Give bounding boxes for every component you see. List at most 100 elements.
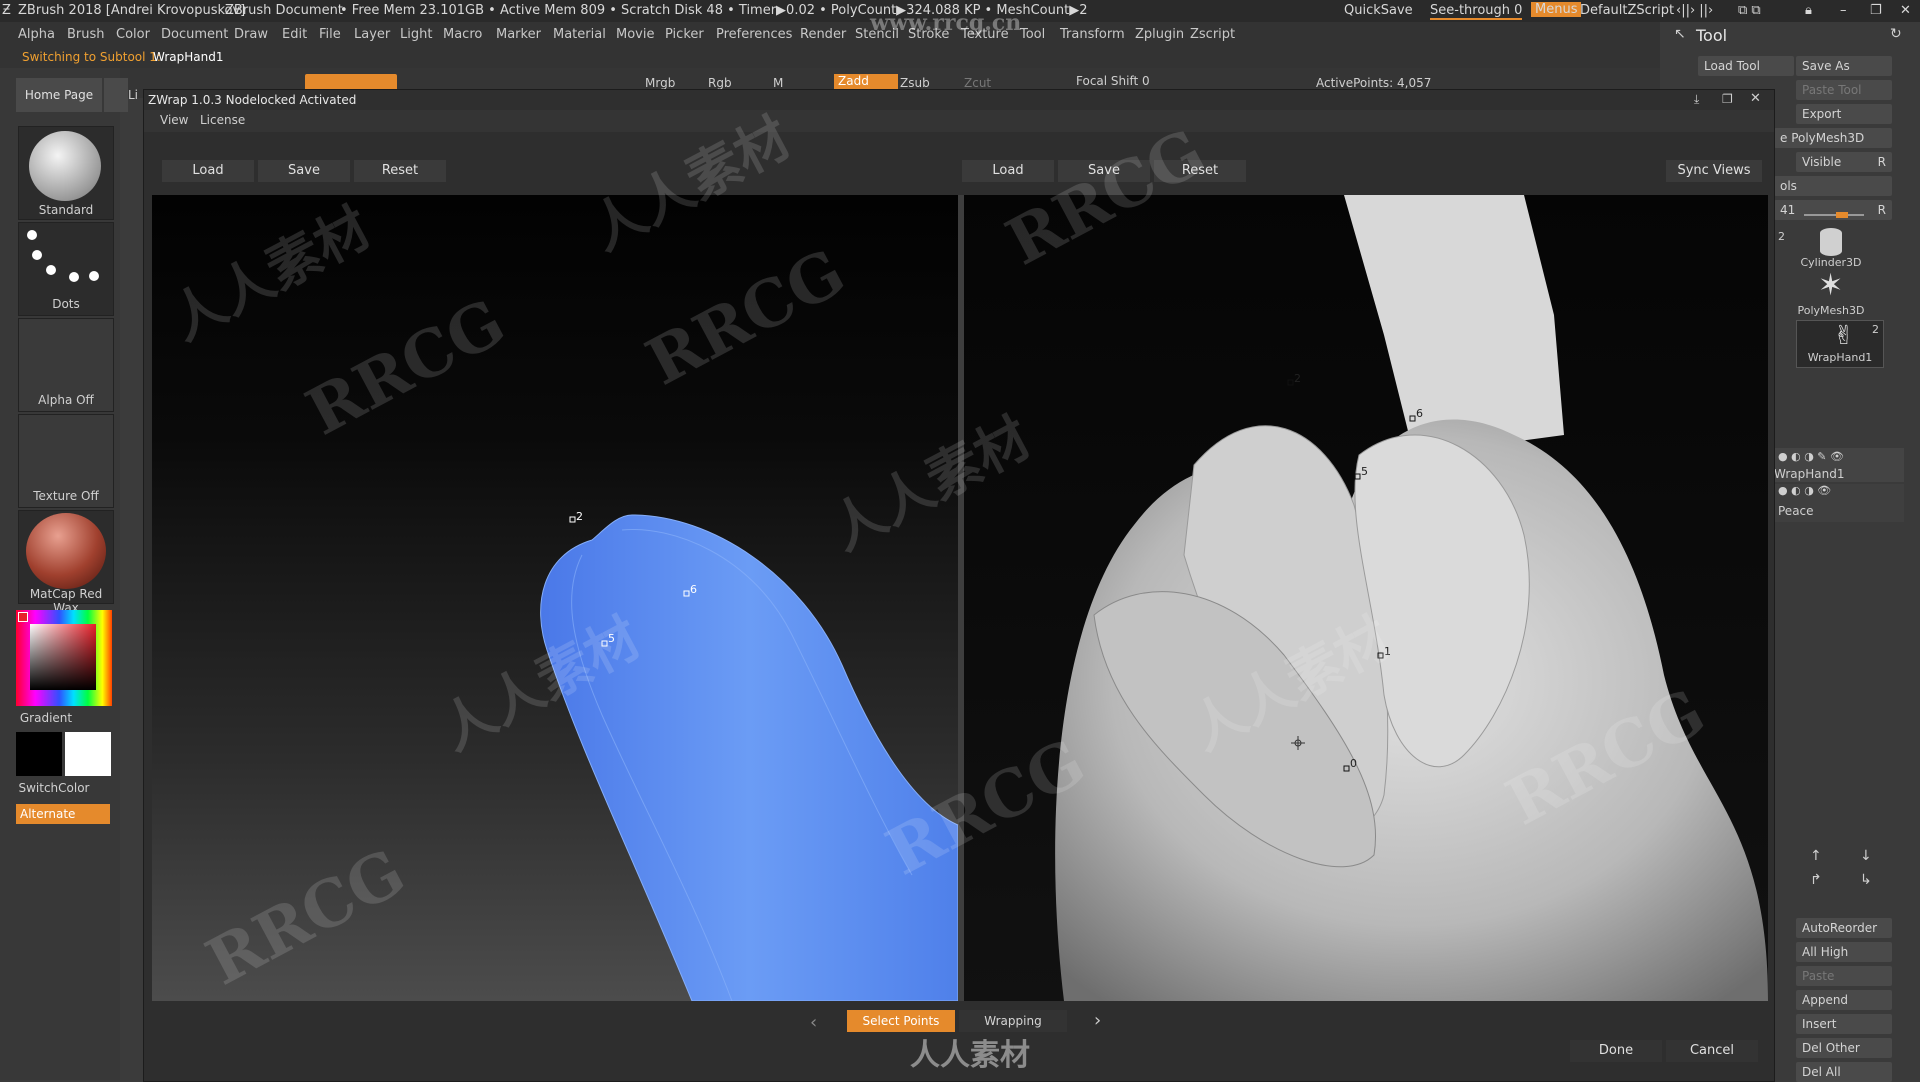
color-picker[interactable]: [16, 610, 112, 706]
dialog-menu-license[interactable]: License: [200, 113, 245, 127]
menu-light[interactable]: Light: [400, 27, 432, 42]
main-color-swatch[interactable]: [16, 732, 62, 776]
make-polymesh-button[interactable]: e PolyMesh3D: [1774, 128, 1892, 148]
cylinder3d-thumb[interactable]: Cylinder3D: [1796, 222, 1866, 272]
menu-zplugin[interactable]: Zplugin: [1135, 27, 1184, 42]
texture-selector[interactable]: Texture Off: [18, 414, 114, 508]
menu-stencil[interactable]: Stencil: [855, 27, 899, 42]
window-layout-icon[interactable]: ⧉ ⧉: [1738, 3, 1761, 18]
del-other-button[interactable]: Del Other: [1796, 1038, 1892, 1058]
select-points-step[interactable]: Select Points: [847, 1010, 955, 1032]
menu-tool[interactable]: Tool: [1020, 27, 1045, 42]
menu-alpha[interactable]: Alpha: [18, 27, 55, 42]
material-selector[interactable]: MatCap Red Wax: [18, 510, 114, 615]
minimize-icon[interactable]: –: [1840, 3, 1847, 18]
sync-views-button[interactable]: Sync Views: [1666, 160, 1762, 182]
menu-brush[interactable]: Brush: [67, 27, 105, 42]
step-next-icon[interactable]: ›: [1094, 1010, 1101, 1031]
subtools-section[interactable]: ols: [1774, 176, 1892, 196]
subtool-toggles-icon[interactable]: ● ◐ ◑ ✎ 👁︎: [1778, 450, 1844, 463]
left-load-button[interactable]: Load: [162, 160, 254, 182]
export-button[interactable]: Export: [1796, 104, 1892, 124]
redo-arrow-icon[interactable]: ↱: [1810, 872, 1822, 888]
move-down-icon[interactable]: ↓: [1860, 848, 1872, 864]
menu-zscript[interactable]: Zscript: [1190, 27, 1235, 42]
alternate-button[interactable]: Alternate: [16, 804, 110, 824]
paste-tool-button[interactable]: Paste Tool: [1796, 80, 1892, 100]
corner-arrow-icon[interactable]: ↳: [1860, 872, 1872, 888]
close-icon[interactable]: ✕: [1900, 3, 1911, 18]
load-tool-button[interactable]: Load Tool: [1698, 56, 1794, 76]
save-as-button[interactable]: Save As: [1796, 56, 1892, 76]
focal-shift-slider[interactable]: Focal Shift 0: [1076, 74, 1150, 88]
tool-count-slider[interactable]: 41 R: [1774, 200, 1892, 220]
menu-texture[interactable]: Texture: [961, 27, 1009, 42]
menu-draw[interactable]: Draw: [234, 27, 268, 42]
menu-layer[interactable]: Layer: [354, 27, 390, 42]
menu-render[interactable]: Render: [800, 27, 846, 42]
autoreorder-button[interactable]: AutoReorder: [1796, 918, 1892, 938]
append-button[interactable]: Append: [1796, 990, 1892, 1010]
lightbox-button[interactable]: Li: [104, 78, 138, 112]
menu-color[interactable]: Color: [116, 27, 150, 42]
panel-refresh-icon[interactable]: ↻: [1890, 26, 1902, 42]
insert-button[interactable]: Insert: [1796, 1014, 1892, 1034]
home-page-button[interactable]: Home Page: [16, 78, 102, 112]
target-scan-viewport[interactable]: 2 6 5 1 0: [964, 195, 1768, 1001]
subtool-item-2[interactable]: ● ◐ ◑ 👁︎ Peace: [1774, 484, 1904, 522]
menu-material[interactable]: Material: [553, 27, 606, 42]
wraphand-thumb[interactable]: ✌ 2 WrapHand1: [1796, 320, 1884, 368]
right-reset-button[interactable]: Reset: [1154, 160, 1246, 182]
rgb-button[interactable]: Rgb: [708, 76, 732, 90]
left-reset-button[interactable]: Reset: [354, 160, 446, 182]
menu-marker[interactable]: Marker: [496, 27, 541, 42]
menu-edit[interactable]: Edit: [282, 27, 307, 42]
polymesh3d-thumb[interactable]: ✶ PolyMesh3D: [1796, 268, 1866, 320]
dialog-close-icon[interactable]: ✕: [1750, 91, 1761, 106]
tool-pin-icon[interactable]: ↖: [1674, 26, 1686, 42]
default-zscript-button[interactable]: DefaultZScript: [1580, 3, 1674, 18]
menus-toggle[interactable]: Menus: [1531, 2, 1582, 17]
right-save-button[interactable]: Save: [1058, 160, 1150, 182]
quicksave-button[interactable]: QuickSave: [1344, 3, 1413, 18]
del-all-button[interactable]: Del All: [1796, 1062, 1892, 1082]
target-point-marker-2[interactable]: [1287, 379, 1294, 386]
restore-icon[interactable]: ❐: [1870, 3, 1882, 18]
color-picker-square[interactable]: [30, 624, 96, 690]
secondary-color-swatch[interactable]: [65, 732, 111, 776]
step-prev-icon[interactable]: ‹: [810, 1012, 817, 1033]
dialog-menu-view[interactable]: View: [160, 113, 188, 127]
move-up-icon[interactable]: ↑: [1810, 848, 1822, 864]
alpha-selector[interactable]: Alpha Off: [18, 318, 114, 412]
layout-arrows-icon[interactable]: ‹||› ||›: [1676, 3, 1713, 18]
brush-selector[interactable]: Standard: [18, 126, 114, 220]
dialog-restore-icon[interactable]: ❐: [1722, 92, 1733, 106]
mrgb-button[interactable]: Mrgb: [645, 76, 675, 90]
visible-button[interactable]: Visible R: [1796, 152, 1892, 172]
menu-document[interactable]: Document: [161, 27, 228, 42]
menu-transform[interactable]: Transform: [1060, 27, 1125, 42]
all-high-button[interactable]: All High: [1796, 942, 1892, 962]
m-button[interactable]: M: [773, 76, 783, 90]
stroke-selector[interactable]: Dots: [18, 222, 114, 316]
menu-movie[interactable]: Movie: [616, 27, 654, 42]
wrapping-step[interactable]: Wrapping: [959, 1010, 1067, 1032]
done-button[interactable]: Done: [1570, 1040, 1662, 1062]
cancel-button[interactable]: Cancel: [1666, 1040, 1758, 1062]
subtool-item-1[interactable]: ● ◐ ◑ ✎ 👁︎ WrapHand1: [1774, 448, 1904, 482]
left-save-button[interactable]: Save: [258, 160, 350, 182]
zcut-button[interactable]: Zcut: [964, 76, 991, 90]
menu-preferences[interactable]: Preferences: [716, 27, 792, 42]
lock-icon[interactable]: 🔒︎: [1805, 3, 1812, 18]
zsub-button[interactable]: Zsub: [900, 76, 930, 90]
source-mesh-viewport[interactable]: 2 6 5: [152, 195, 958, 1001]
right-load-button[interactable]: Load: [962, 160, 1054, 182]
menu-file[interactable]: File: [319, 27, 341, 42]
point-marker-2[interactable]: [569, 516, 576, 523]
subtool-toggles-icon-2[interactable]: ● ◐ ◑ 👁︎: [1778, 484, 1831, 497]
paste-button[interactable]: Paste: [1796, 966, 1892, 986]
menu-macro[interactable]: Macro: [443, 27, 482, 42]
see-through-slider[interactable]: See-through 0: [1430, 3, 1523, 20]
switch-color-button[interactable]: SwitchColor: [0, 781, 108, 795]
menu-stroke[interactable]: Stroke: [908, 27, 949, 42]
